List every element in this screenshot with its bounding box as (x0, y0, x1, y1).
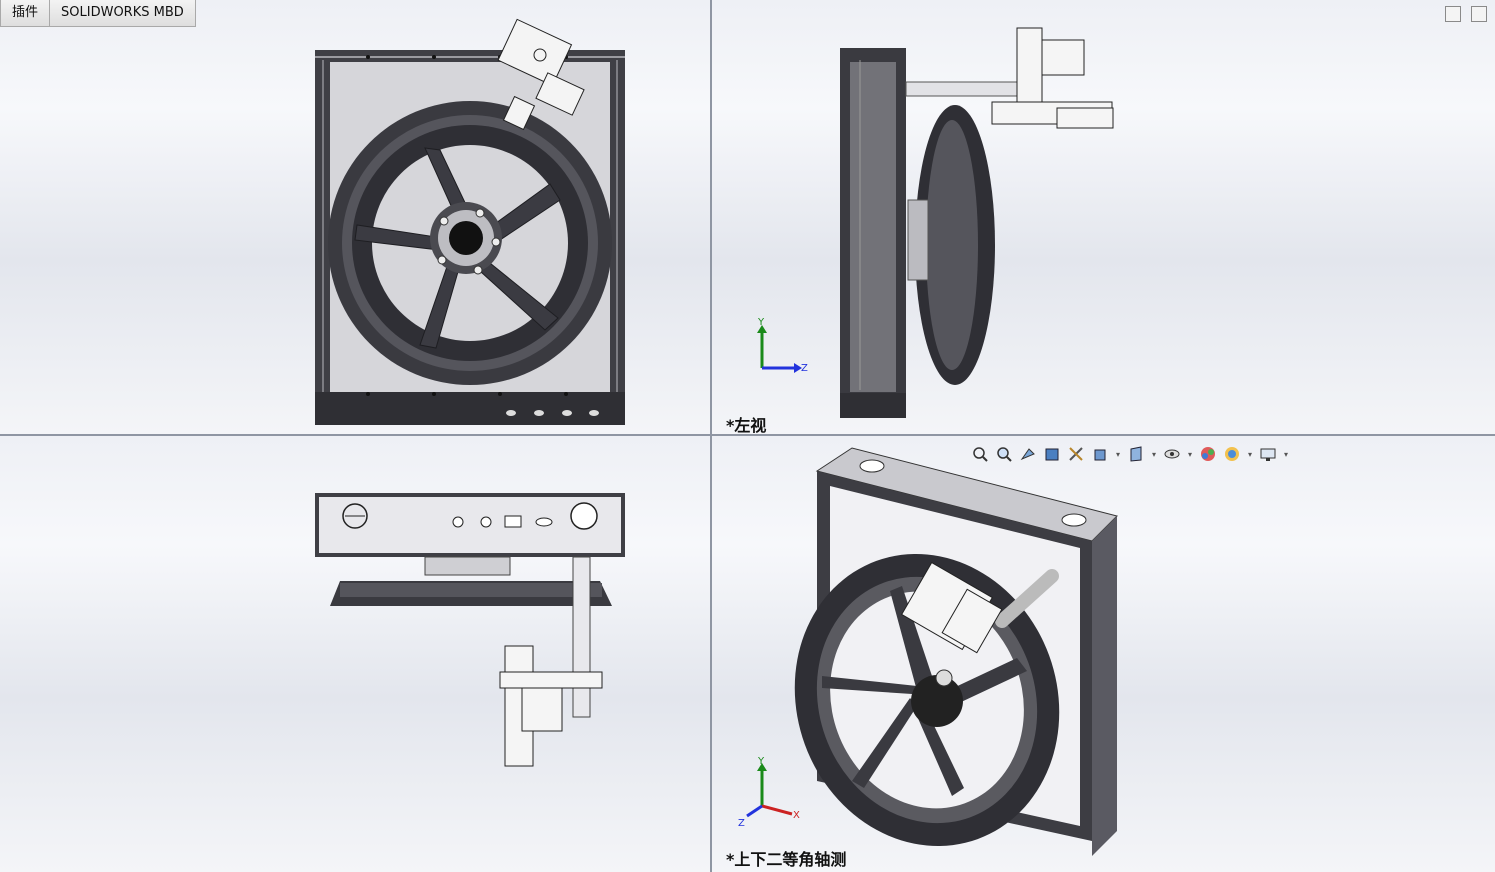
viewport-divider-horizontal[interactable] (0, 434, 1495, 436)
viewport-left[interactable]: Y Z *左视 (712, 0, 1495, 434)
viewport-isometric[interactable]: ▾ ▾ ▾ ▾ ▾ Y X Z *上下二等角轴测 (712, 436, 1495, 872)
view-orientation-icon[interactable] (1090, 444, 1110, 464)
section-view-icon[interactable] (1042, 444, 1062, 464)
axis-triad (757, 325, 802, 373)
axis-x-label-iso: X (793, 810, 800, 821)
view-settings-icon[interactable] (1258, 444, 1278, 464)
restore-view-icon[interactable] (1445, 6, 1461, 22)
zoom-to-fit-icon[interactable] (970, 444, 990, 464)
viewport-divider-vertical[interactable] (710, 0, 712, 872)
heads-up-view-toolbar: ▾ ▾ ▾ ▾ ▾ (970, 444, 1290, 464)
previous-view-icon[interactable] (1018, 444, 1038, 464)
viewport-front[interactable] (0, 0, 710, 434)
axis-z-label-iso: Z (738, 818, 745, 829)
axis-z-label: Z (801, 363, 808, 374)
view-label-isometric: *上下二等角轴测 (726, 850, 847, 869)
zoom-to-area-icon[interactable] (994, 444, 1014, 464)
viewport-window-controls (1445, 6, 1487, 22)
axis-y-label-iso: Y (757, 756, 765, 767)
tab-solidworks-mbd[interactable]: SOLIDWORKS MBD (49, 0, 196, 27)
command-tabs: 插件 SOLIDWORKS MBD (0, 0, 196, 27)
front-view-model (315, 18, 625, 425)
axis-y-label: Y (757, 317, 765, 328)
apply-scene-icon[interactable] (1222, 444, 1242, 464)
isometric-view-model: Y X Z (738, 447, 1118, 856)
axis-triad-iso (746, 763, 793, 818)
left-view-model: Y Z (757, 27, 1114, 418)
top-view-model (315, 493, 625, 767)
maximize-view-icon[interactable] (1471, 6, 1487, 22)
tab-plugins[interactable]: 插件 (0, 0, 51, 27)
viewport-top[interactable] (0, 436, 710, 872)
dynamic-annotation-icon[interactable] (1066, 444, 1086, 464)
display-style-icon[interactable] (1126, 444, 1146, 464)
edit-appearance-icon[interactable] (1198, 444, 1218, 464)
hide-show-items-icon[interactable] (1162, 444, 1182, 464)
view-label-left: *左视 (726, 416, 767, 434)
